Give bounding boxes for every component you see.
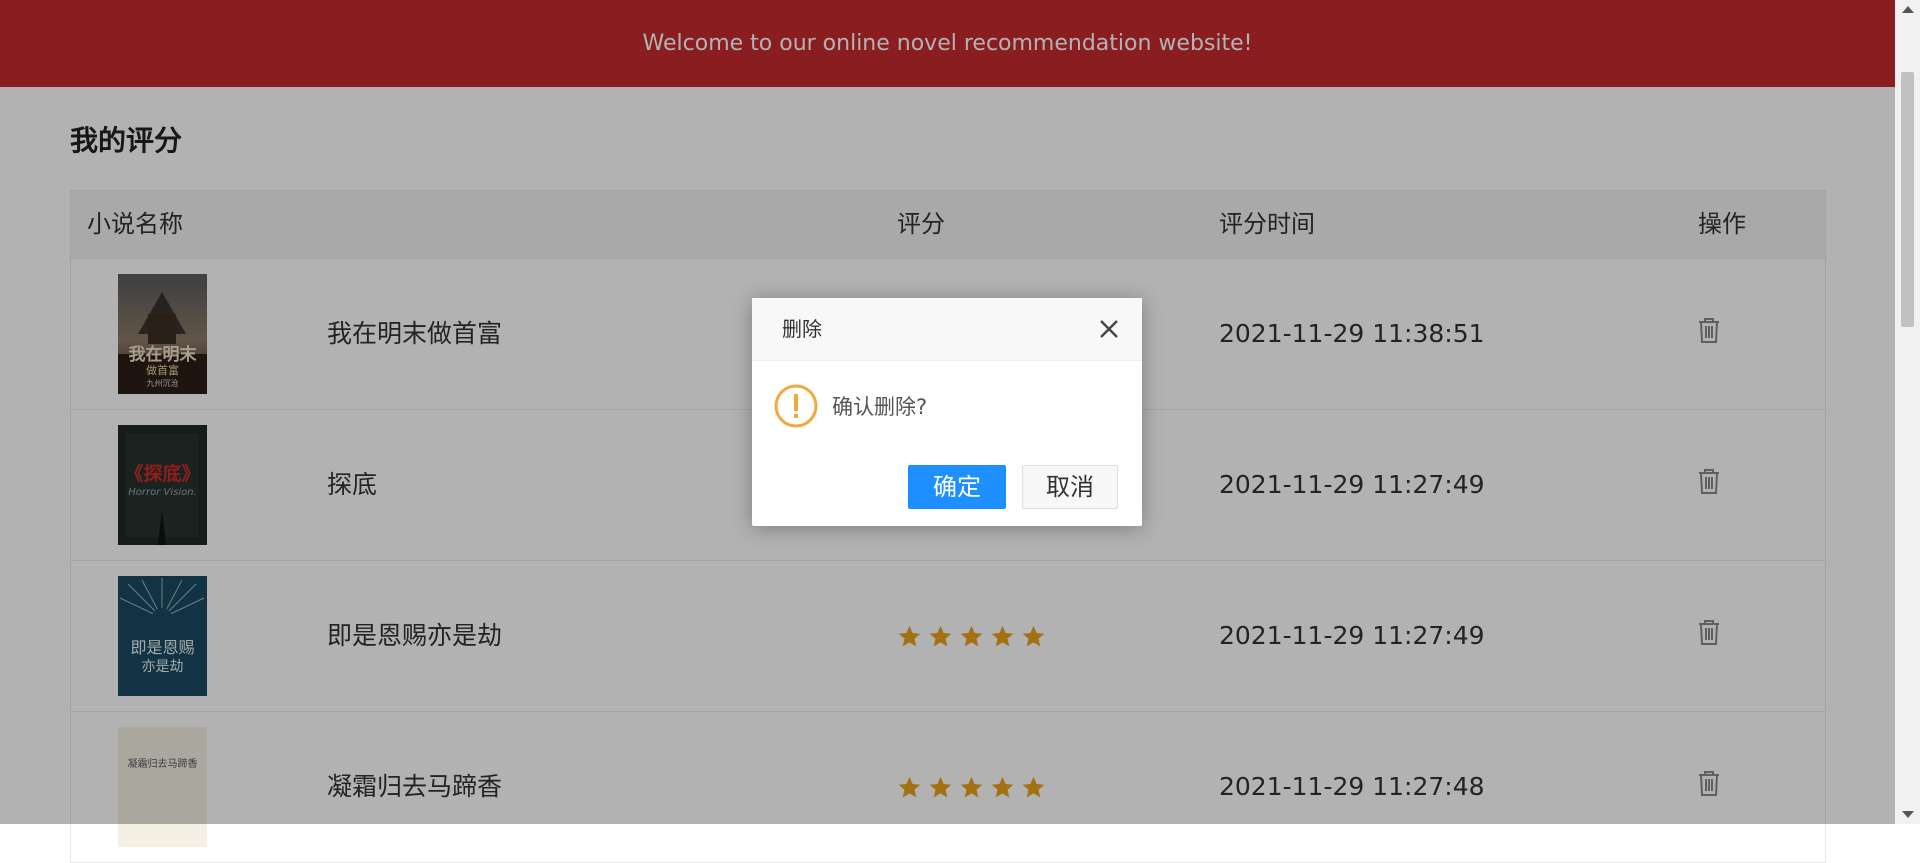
cancel-button[interactable]: 取消: [1022, 465, 1118, 509]
dialog-message: 确认删除?: [832, 395, 928, 419]
dialog-title: 删除: [782, 317, 822, 341]
close-icon[interactable]: [1098, 318, 1120, 344]
scroll-up-arrow-icon[interactable]: [1902, 6, 1914, 13]
warning-icon: [774, 384, 818, 428]
vertical-scrollbar[interactable]: [1895, 0, 1920, 824]
confirm-button[interactable]: 确定: [908, 465, 1006, 509]
scroll-down-arrow-icon[interactable]: [1902, 811, 1914, 818]
delete-confirm-dialog: 删除 确认删除? 确定 取消: [752, 298, 1142, 526]
scroll-thumb[interactable]: [1901, 72, 1914, 327]
dialog-body: 确认删除?: [774, 384, 927, 428]
dialog-header: 删除: [752, 298, 1142, 361]
